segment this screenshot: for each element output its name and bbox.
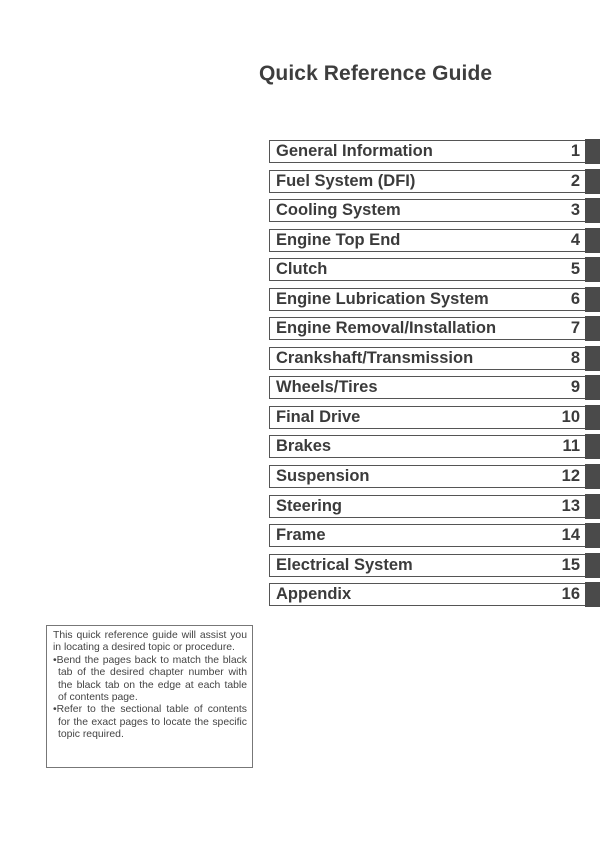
chapter-number: 8 xyxy=(570,348,580,367)
chapter-box: General Information 1 xyxy=(269,140,585,163)
chapter-row-appendix[interactable]: Appendix 16 xyxy=(269,582,600,608)
chapter-tab-marker xyxy=(585,345,600,371)
chapter-row-crankshaft-transmission[interactable]: Crankshaft/Transmission 8 xyxy=(269,345,600,371)
page-title: Quick Reference Guide xyxy=(259,62,493,85)
usage-note-bullet: •Refer to the sectional table of content… xyxy=(53,704,247,741)
chapter-number: 11 xyxy=(562,437,580,456)
chapter-box: Appendix 16 xyxy=(269,583,585,607)
chapter-number: 14 xyxy=(561,526,580,545)
chapter-number: 10 xyxy=(561,407,580,426)
chapter-label: Wheels/Tires xyxy=(276,378,378,397)
chapter-label: Cooling System xyxy=(276,201,401,220)
chapter-row-wheels-tires[interactable]: Wheels/Tires 9 xyxy=(269,375,600,401)
chapter-row-brakes[interactable]: Brakes 11 xyxy=(269,434,600,460)
chapter-box: Suspension 12 xyxy=(269,465,585,489)
chapter-row-general-information[interactable]: General Information 1 xyxy=(269,139,600,164)
usage-note-bullet: •Bend the pages back to match the black … xyxy=(53,654,247,704)
chapter-tab-marker xyxy=(585,582,600,608)
chapter-label: General Information xyxy=(276,142,433,160)
chapter-box: Brakes 11 xyxy=(269,435,585,459)
chapter-tab-marker xyxy=(585,552,600,578)
chapter-label: Suspension xyxy=(276,467,370,486)
chapter-label: Electrical System xyxy=(276,555,413,574)
chapter-box: Electrical System 15 xyxy=(269,553,585,577)
chapter-number: 6 xyxy=(570,289,580,308)
chapter-row-engine-lubrication-system[interactable]: Engine Lubrication System 6 xyxy=(269,286,600,312)
chapter-box: Engine Removal/Installation 7 xyxy=(269,317,585,341)
chapter-label: Engine Top End xyxy=(276,230,401,249)
chapter-label: Engine Lubrication System xyxy=(276,289,489,308)
chapter-number: 9 xyxy=(570,378,580,397)
chapter-tab-marker xyxy=(585,493,600,519)
chapter-box: Fuel System (DFI) 2 xyxy=(269,169,585,193)
chapter-tab-marker xyxy=(585,168,600,194)
chapter-row-engine-top-end[interactable]: Engine Top End 4 xyxy=(269,227,600,253)
chapter-label: Engine Removal/Installation xyxy=(276,319,497,338)
chapter-box: Clutch 5 xyxy=(269,258,585,282)
chapter-label: Appendix xyxy=(276,585,352,604)
chapter-row-electrical-system[interactable]: Electrical System 15 xyxy=(269,552,600,578)
chapter-number: 3 xyxy=(570,201,580,220)
chapter-box: Wheels/Tires 9 xyxy=(269,376,585,400)
chapter-index: General Information 1 Fuel System (DFI) 2 … xyxy=(269,139,600,613)
chapter-tab-marker xyxy=(585,375,600,401)
chapter-tab-marker xyxy=(585,434,600,460)
chapter-number: 2 xyxy=(570,171,580,190)
chapter-label: Brakes xyxy=(276,437,332,456)
chapter-box: Steering 13 xyxy=(269,494,585,518)
chapter-label: Final Drive xyxy=(276,407,361,426)
chapter-row-final-drive[interactable]: Final Drive 10 xyxy=(269,404,600,430)
chapter-tab-marker xyxy=(585,464,600,490)
chapter-row-steering[interactable]: Steering 13 xyxy=(269,493,600,519)
chapter-tab-marker xyxy=(585,139,600,164)
chapter-number: 13 xyxy=(561,496,580,515)
chapter-tab-marker xyxy=(585,257,600,283)
chapter-box: Engine Top End 4 xyxy=(269,228,585,252)
chapter-label: Frame xyxy=(276,526,326,545)
chapter-row-clutch[interactable]: Clutch 5 xyxy=(269,257,600,283)
chapter-number: 7 xyxy=(570,319,580,338)
chapter-row-frame[interactable]: Frame 14 xyxy=(269,523,600,549)
usage-note-intro: This quick reference guide will assist y… xyxy=(53,630,247,654)
chapter-row-engine-removal-installation[interactable]: Engine Removal/Installation 7 xyxy=(269,316,600,342)
chapter-number: 4 xyxy=(570,230,580,249)
chapter-row-cooling-system[interactable]: Cooling System 3 xyxy=(269,198,600,224)
chapter-label: Steering xyxy=(276,496,343,515)
chapter-box: Engine Lubrication System 6 xyxy=(269,287,585,311)
chapter-number: 15 xyxy=(561,555,580,574)
chapter-row-fuel-system[interactable]: Fuel System (DFI) 2 xyxy=(269,168,600,194)
chapter-label: Crankshaft/Transmission xyxy=(276,348,474,367)
chapter-box: Cooling System 3 xyxy=(269,199,585,223)
chapter-tab-marker xyxy=(585,286,600,312)
chapter-tab-marker xyxy=(585,227,600,253)
chapter-label: Fuel System (DFI) xyxy=(276,171,416,190)
chapter-box: Frame 14 xyxy=(269,524,585,548)
chapter-number: 16 xyxy=(561,585,580,604)
chapter-number: 12 xyxy=(561,467,580,486)
chapter-row-suspension[interactable]: Suspension 12 xyxy=(269,464,600,490)
chapter-number: 5 xyxy=(570,260,580,279)
chapter-box: Crankshaft/Transmission 8 xyxy=(269,346,585,370)
chapter-label: Clutch xyxy=(276,260,328,279)
chapter-tab-marker xyxy=(585,198,600,224)
chapter-box: Final Drive 10 xyxy=(269,405,585,429)
chapter-number: 1 xyxy=(570,142,580,160)
chapter-tab-marker xyxy=(585,523,600,549)
chapter-tab-marker xyxy=(585,316,600,342)
usage-note-box: This quick reference guide will assist y… xyxy=(46,625,253,768)
chapter-tab-marker xyxy=(585,404,600,430)
